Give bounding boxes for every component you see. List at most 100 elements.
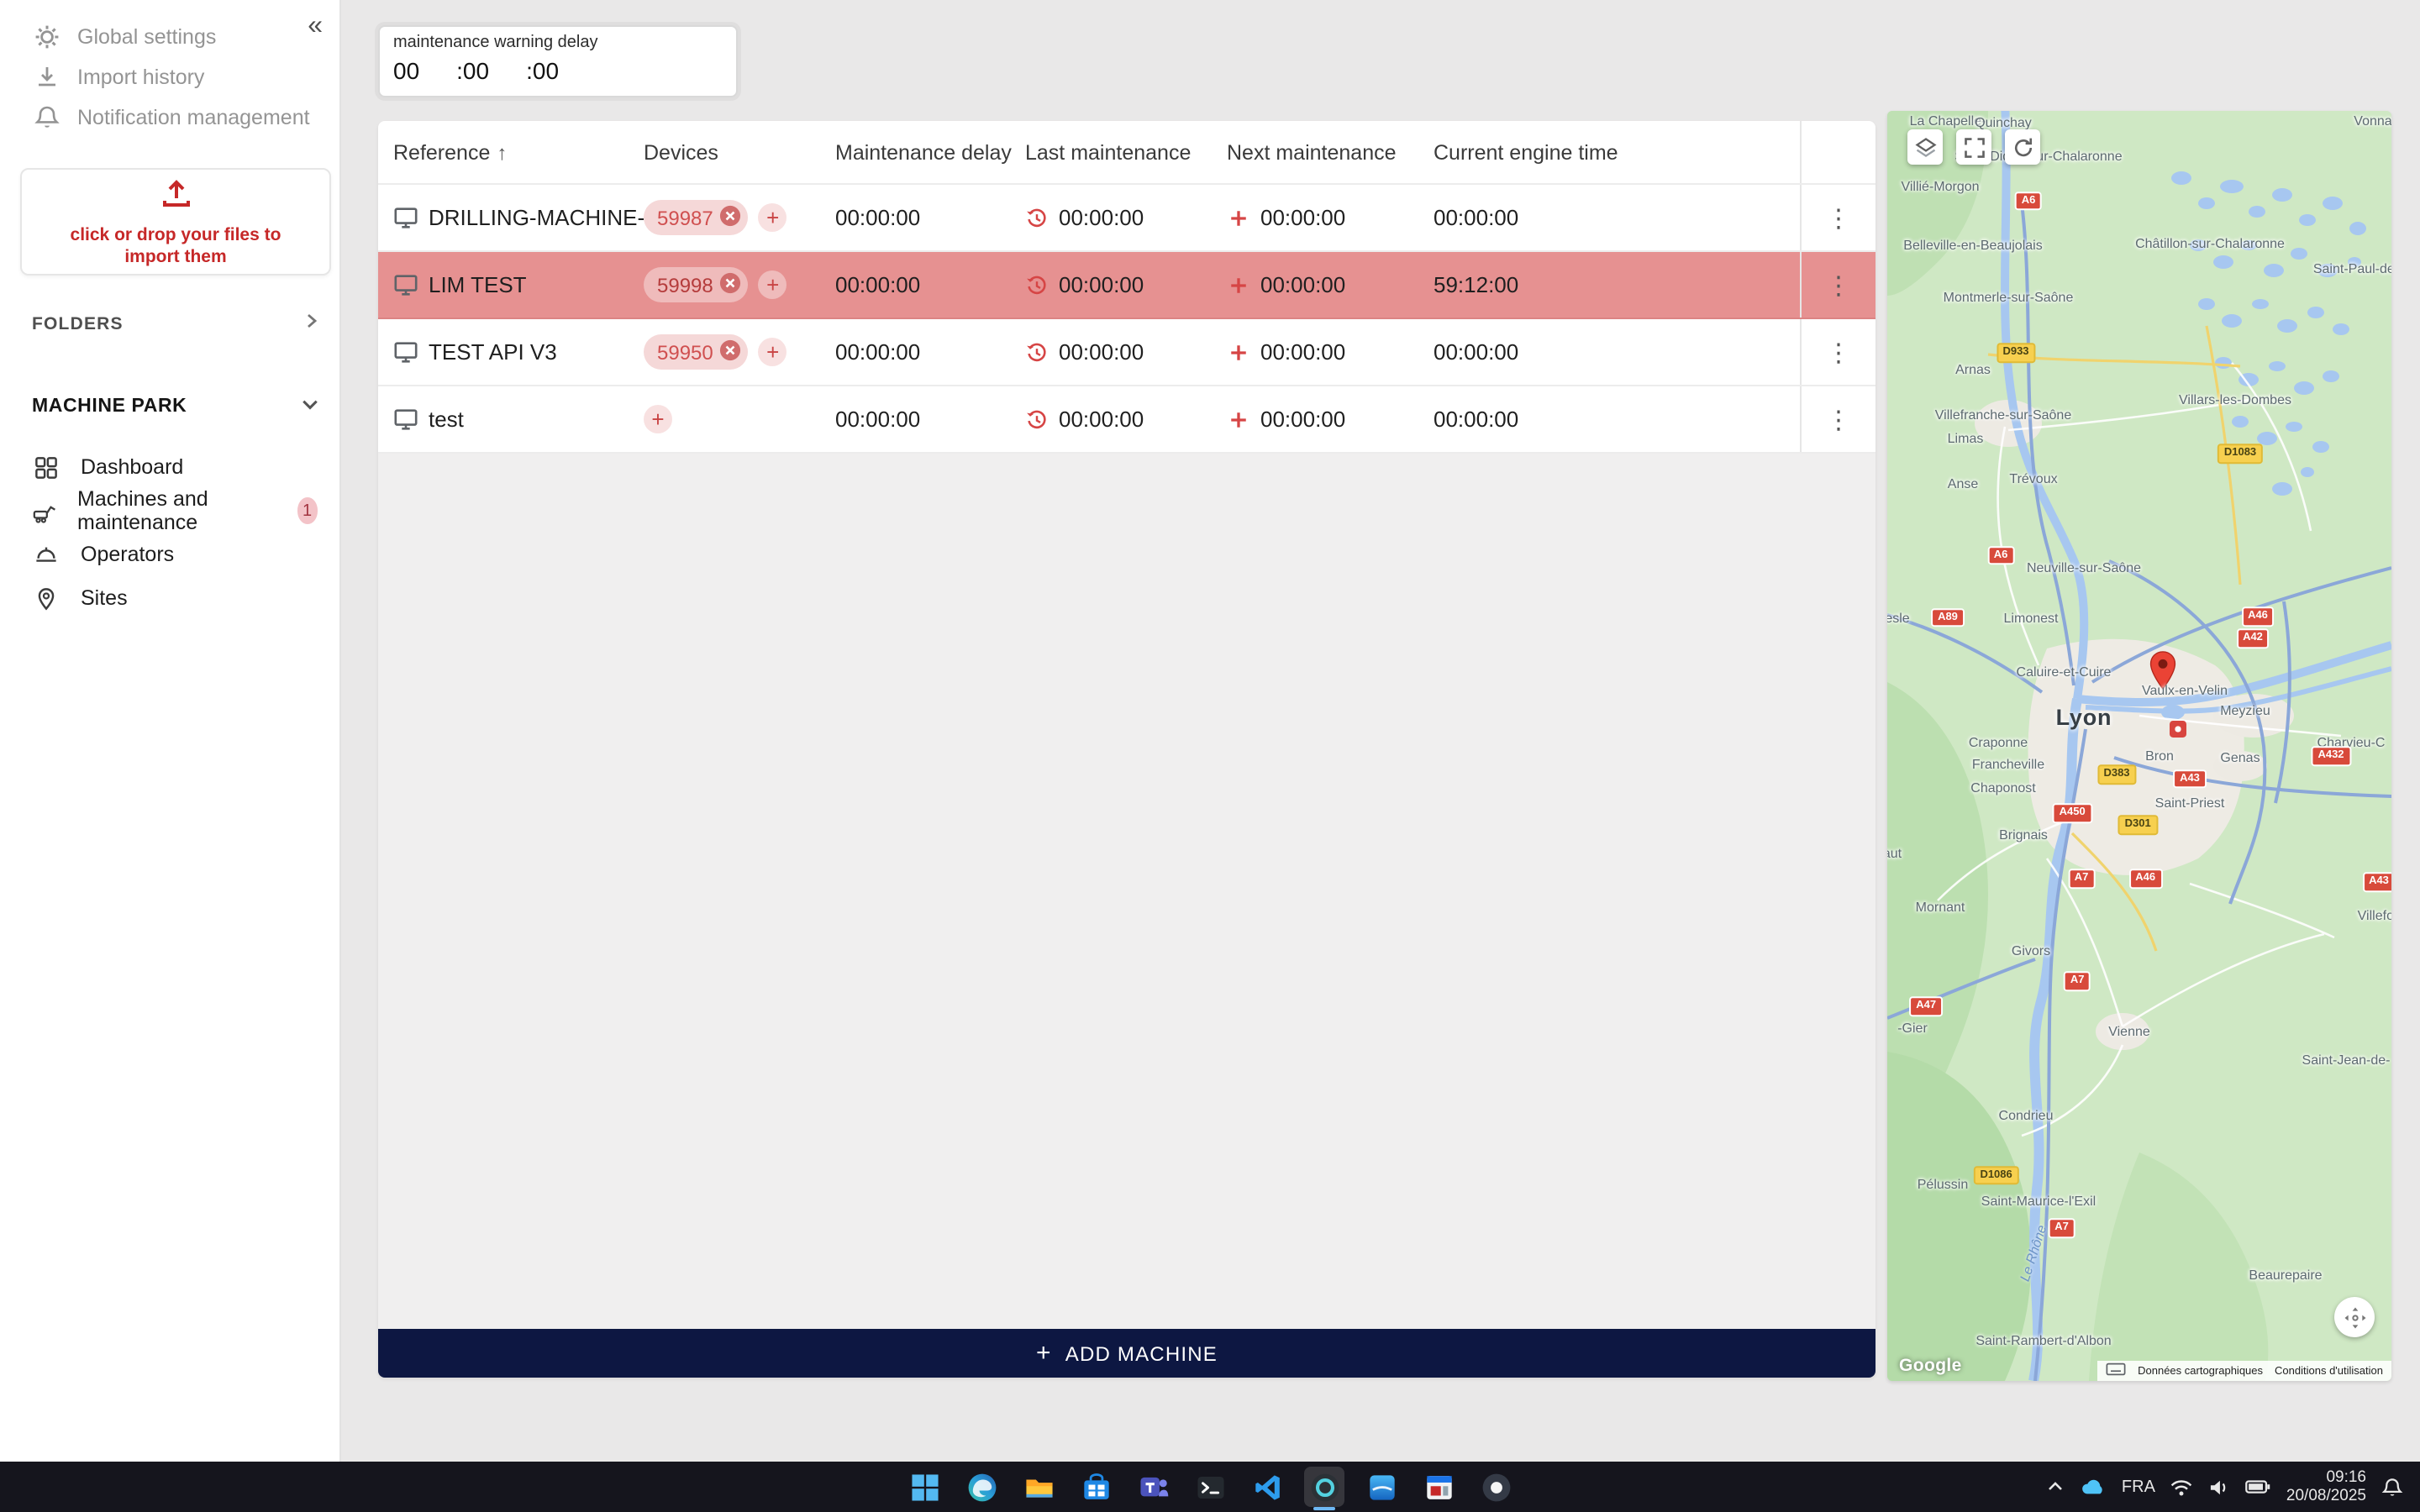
history-icon[interactable] [1025,206,1049,229]
map-label: Francheville [1972,756,2044,771]
add-machine-button[interactable]: + ADD MACHINE [378,1329,1876,1378]
history-icon[interactable] [1025,340,1049,364]
sidebar-item-operators[interactable]: Operators [0,533,341,576]
delay-minutes-input[interactable]: :00 [456,57,489,84]
map-terms-link[interactable]: Conditions d'utilisation [2275,1365,2383,1377]
table-header: Reference ↑ Devices Maintenance delay La… [378,121,1876,185]
device-id: 59987 [657,206,713,229]
machine-park-header[interactable]: MACHINE PARK [0,395,341,418]
map-label: Anse [1948,477,1978,492]
delay-hours-input[interactable]: 00 [393,57,419,84]
browser-icon [1480,1471,1512,1503]
map-label: Châtillon-sur-Chalaronne [2135,235,2285,250]
battery-icon[interactable] [2246,1478,2271,1495]
history-icon[interactable] [1025,407,1049,431]
taskbar-file-explorer-button[interactable] [1018,1467,1059,1507]
add-maintenance-icon[interactable] [1227,206,1250,229]
map-label: Quinchay [1975,115,2032,130]
file-dropzone[interactable]: click or drop your files to import them [20,168,331,276]
keyboard-icon[interactable] [2106,1362,2126,1379]
remove-device-icon[interactable] [720,204,742,231]
sidebar-item-dashboard[interactable]: Dashboard [0,445,341,489]
remove-device-icon[interactable] [720,271,742,298]
fullscreen-button[interactable] [1956,129,1991,165]
row-actions-cell: ⋮ [1800,252,1876,318]
column-header-reference[interactable]: Reference ↑ [378,140,644,164]
map-label: Condrieu [1999,1108,2054,1123]
folders-section[interactable]: FOLDERS [0,312,341,334]
reference-cell: TEST API V3 [378,319,644,385]
history-icon[interactable] [1025,273,1049,297]
table-row[interactable]: LIM TEST59998+00:00:0000:00:0000:00:0059… [378,252,1876,319]
wifi-icon[interactable] [2170,1478,2194,1496]
delay-seconds-input[interactable]: :00 [526,57,559,84]
tray-chevron-up-icon[interactable] [2046,1477,2066,1497]
dropzone-label: click or drop your files to import them [50,225,302,270]
row-menu-icon[interactable]: ⋮ [1816,337,1861,367]
maintenance-warning-delay-label: maintenance warning delay [393,34,723,52]
map-label: Genas [2220,750,2260,765]
table-row[interactable]: test+00:00:0000:00:0000:00:0000:00:00⋮ [378,386,1876,454]
column-header-current-engine-time[interactable]: Current engine time [1434,140,1800,164]
refresh-button[interactable] [2005,129,2040,165]
machine-icon [32,498,57,523]
column-header-devices[interactable]: Devices [644,140,835,164]
engine-time-value: 59:12:00 [1434,272,1518,297]
taskbar-active-app-button[interactable] [1304,1467,1344,1507]
taskbar-edge-button[interactable] [961,1467,1002,1507]
river-label: Le Rhône [2018,1224,2050,1284]
sidebar-item-notification-management[interactable]: Notification management [0,97,339,138]
add-device-button[interactable]: + [644,405,672,433]
row-menu-icon[interactable]: ⋮ [1816,202,1861,233]
row-menu-icon[interactable]: ⋮ [1816,270,1861,300]
column-header-maintenance-delay[interactable]: Maintenance delay [835,140,1025,164]
device-chip[interactable]: 59987 [644,200,749,235]
taskbar-teams-button[interactable] [1133,1467,1173,1507]
column-header-last-maintenance[interactable]: Last maintenance [1025,140,1227,164]
taskbar-terminal-button[interactable] [1190,1467,1230,1507]
add-maintenance-icon[interactable] [1227,407,1250,431]
reference-text: DRILLING-MACHINE-0 [429,205,644,230]
add-maintenance-icon[interactable] [1227,340,1250,364]
devices-cell: + [644,386,835,452]
add-device-button[interactable]: + [759,270,787,299]
maintenance-delay-cell: 00:00:00 [835,185,1025,250]
map-data-attribution[interactable]: Données cartographiques [2138,1365,2263,1377]
table-row[interactable]: TEST API V359950+00:00:0000:00:0000:00:0… [378,319,1876,386]
taskbar-vscode-button[interactable] [1247,1467,1287,1507]
reference-header-label: Reference [393,140,490,164]
add-device-button[interactable]: + [759,203,787,232]
road-badge: A7 [2068,869,2096,890]
taskbar-store-button[interactable] [1076,1467,1116,1507]
add-maintenance-icon[interactable] [1227,273,1250,297]
table-row[interactable]: DRILLING-MACHINE-059987+00:00:0000:00:00… [378,185,1876,252]
screen: « Global settings Import history Notific… [0,0,2420,1512]
notification-bell-icon[interactable] [2381,1476,2403,1498]
road-badge: A6 [1987,545,2015,565]
taskbar-clock[interactable]: 09:16 20/08/2025 [2286,1467,2366,1506]
map-panel[interactable]: Lyon Le Rhône La Chapelle-QuinchayVonnas… [1887,111,2391,1381]
sidebar-item-sites[interactable]: Sites [0,576,341,620]
add-device-button[interactable]: + [759,338,787,366]
pan-button[interactable] [2334,1297,2375,1337]
collapse-sidebar-icon[interactable]: « [308,13,323,40]
taskbar-browser-button[interactable] [1476,1467,1516,1507]
machine-marker-icon[interactable] [2169,716,2186,746]
remove-device-icon[interactable] [720,339,742,365]
row-menu-icon[interactable]: ⋮ [1816,404,1861,434]
column-header-next-maintenance[interactable]: Next maintenance [1227,140,1434,164]
onedrive-cloud-icon[interactable] [2081,1478,2107,1496]
device-chip[interactable]: 59950 [644,334,749,370]
taskbar-remote-desktop-button[interactable] [1361,1467,1402,1507]
language-indicator[interactable]: FRA [2122,1478,2155,1496]
sidebar-item-import-history[interactable]: Import history [0,57,339,97]
sidebar-item-machines[interactable]: Machines and maintenance 1 [0,489,341,533]
sidebar-item-global-settings[interactable]: Global settings [0,17,339,57]
road-badge: A432 [2311,746,2350,766]
map-type-button[interactable] [1907,129,1943,165]
google-logo: Google [1899,1356,1962,1376]
volume-icon[interactable] [2209,1478,2231,1496]
device-chip[interactable]: 59998 [644,267,749,302]
taskbar-system-window-button[interactable] [1418,1467,1459,1507]
taskbar-start-button[interactable] [904,1467,944,1507]
